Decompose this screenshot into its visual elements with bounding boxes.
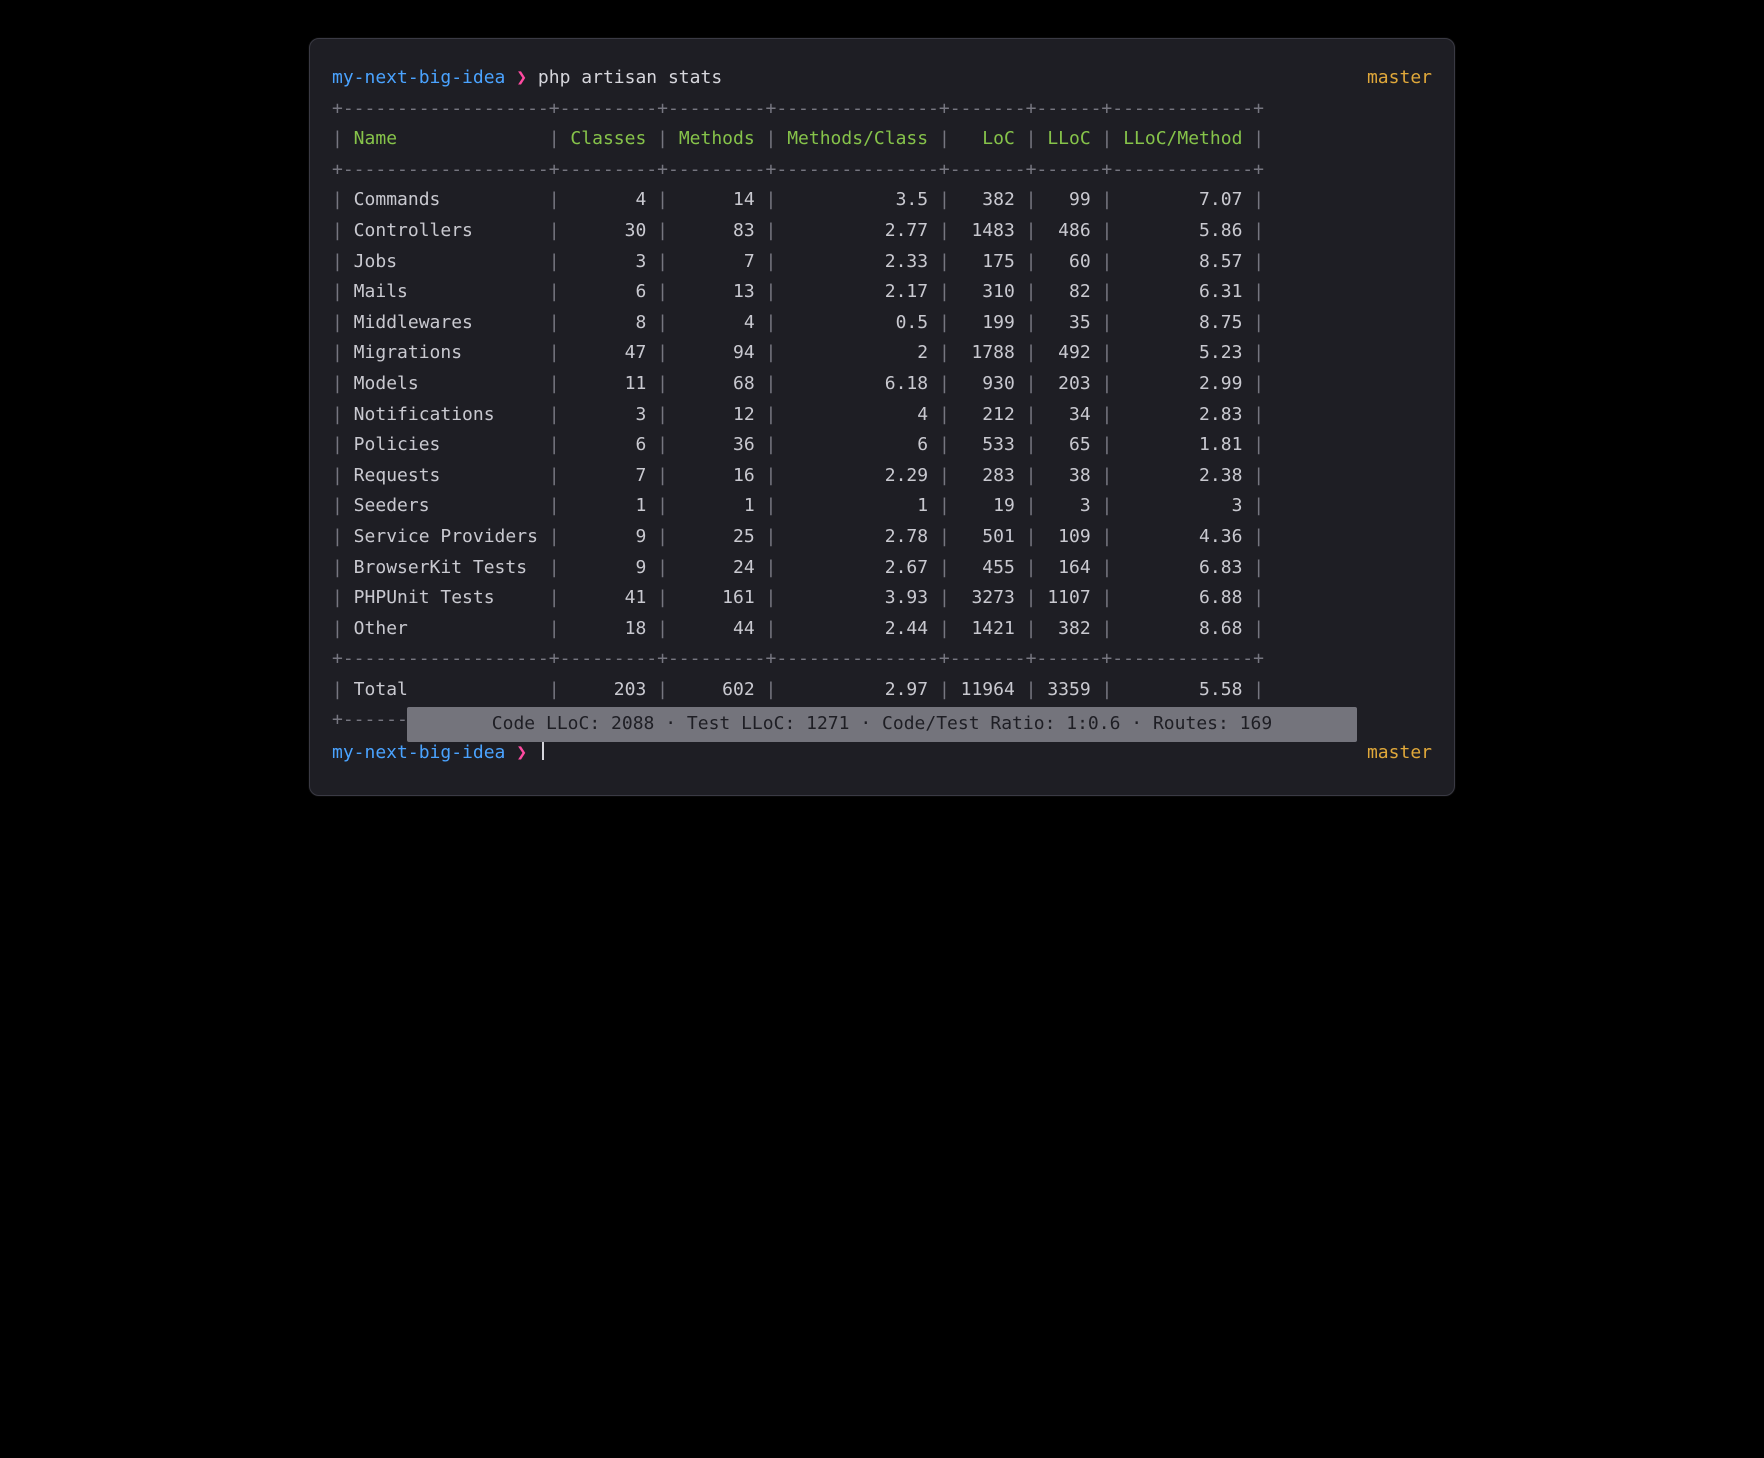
git-branch: master [1367,738,1432,769]
sep: · [1131,713,1142,734]
code-lloc-value: 2088 [611,713,654,734]
cwd: my-next-big-idea [332,742,505,763]
sep: · [860,713,871,734]
routes-label: Routes: [1153,713,1229,734]
code-lloc-label: Code LLoC: [492,713,600,734]
sep: · [665,713,676,734]
table-footer-row: +-------------------+---------+---------… [332,705,1432,736]
summary-pill: Code LLoC: 2088 · Test LLoC: 1271 · Code… [407,707,1357,742]
prompt-chevron: ❯ [516,742,527,763]
test-lloc-value: 1271 [806,713,849,734]
routes-value: 169 [1240,713,1273,734]
prompt-line-2[interactable]: my-next-big-idea ❯ master [332,738,1432,769]
ratio-label: Code/Test Ratio: [882,713,1055,734]
cursor-icon [542,740,544,760]
stats-table: +-------------------+---------+---------… [332,94,1432,706]
command-text: php artisan stats [538,67,722,88]
prompt-line-1: my-next-big-idea ❯ php artisan stats mas… [332,63,1432,94]
ratio-value: 1:0.6 [1066,713,1120,734]
terminal-window: my-next-big-idea ❯ php artisan stats mas… [309,38,1455,796]
git-branch: master [1367,63,1432,94]
cwd: my-next-big-idea [332,67,505,88]
prompt-chevron: ❯ [516,67,527,88]
test-lloc-label: Test LLoC: [687,713,795,734]
